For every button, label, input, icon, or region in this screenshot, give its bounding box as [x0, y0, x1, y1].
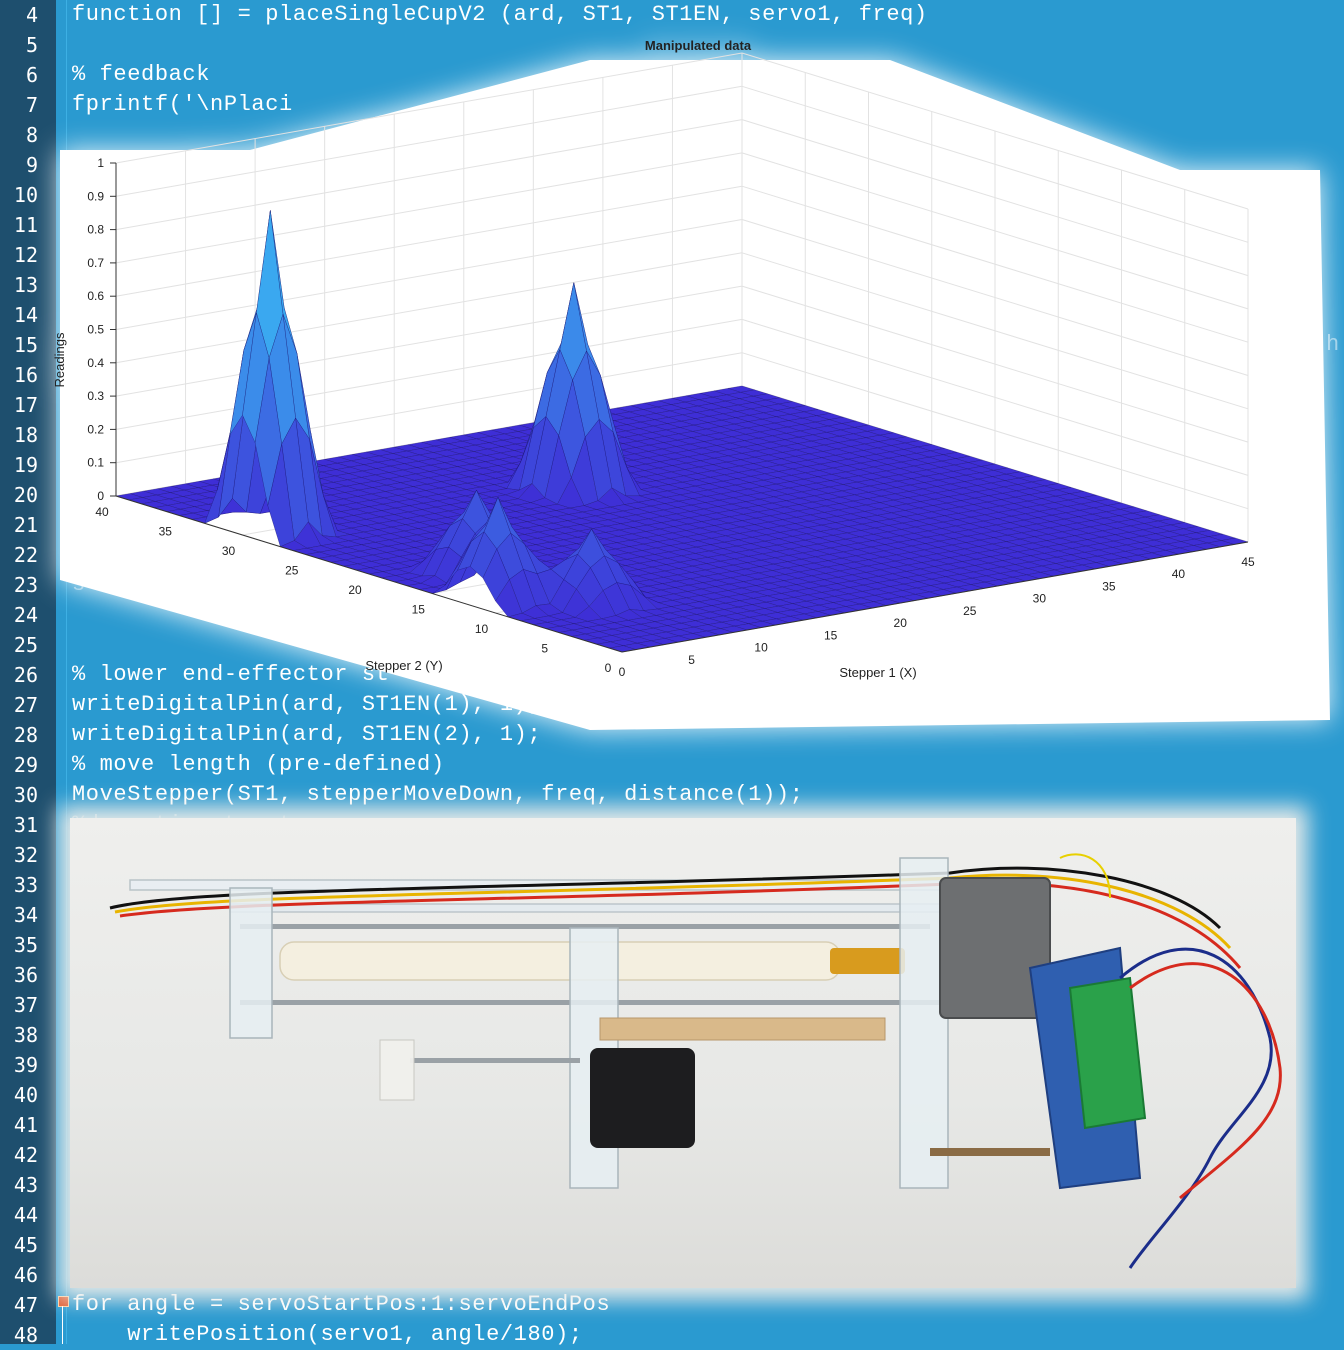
x-tick-label: 20 — [894, 616, 908, 630]
y-tick-label: 25 — [285, 564, 299, 578]
z-tick-label: 0.7 — [87, 256, 104, 270]
line-number: 42 — [13, 1143, 38, 1167]
lead-screw — [279, 941, 841, 981]
servo-motor — [590, 1048, 695, 1148]
line-number: 43 — [13, 1173, 38, 1197]
acrylic-plate-left — [229, 887, 273, 1039]
line-number: 47 — [13, 1293, 38, 1317]
z-tick-label: 0.3 — [87, 389, 104, 403]
code-line-47[interactable]: for angle = servoStartPos:1:servoEndPos — [72, 1290, 610, 1320]
z-tick-label: 0.5 — [87, 323, 104, 337]
x-tick-label: 10 — [754, 641, 768, 655]
line-number: 37 — [13, 993, 38, 1017]
line-number: 48 — [13, 1323, 38, 1347]
x-tick-label: 40 — [1172, 567, 1186, 581]
wooden-spacer — [930, 1148, 1050, 1156]
code-line-29[interactable]: % move length (pre-defined) — [72, 750, 445, 780]
z-tick-label: 0.9 — [87, 189, 104, 203]
fold-guide-line — [62, 1306, 63, 1344]
line-number: 29 — [13, 753, 38, 777]
y-tick-label: 40 — [95, 505, 109, 519]
z-tick-label: 0.6 — [87, 289, 104, 303]
wooden-stick — [599, 1017, 886, 1041]
line-number: 41 — [13, 1113, 38, 1137]
x-tick-label: 45 — [1241, 555, 1255, 569]
y-tick-label: 30 — [222, 544, 236, 558]
line-number: 40 — [13, 1083, 38, 1107]
line-number: 30 — [13, 783, 38, 807]
y-tick-label: 20 — [348, 583, 362, 597]
fold-toggle-icon[interactable] — [58, 1296, 69, 1307]
device-photo — [70, 818, 1296, 1288]
x-tick-label: 35 — [1102, 579, 1116, 593]
z-tick-label: 0 — [97, 489, 104, 503]
z-tick-label: 1 — [97, 156, 104, 170]
chart-title: Manipulated data — [645, 38, 752, 53]
x-tick-label: 5 — [688, 653, 695, 667]
x-axis-label: Stepper 1 (X) — [839, 665, 916, 680]
z-axis-label: Readings — [52, 332, 67, 387]
brass-coupler — [830, 948, 905, 974]
line-number: 38 — [13, 1023, 38, 1047]
device-illustration — [109, 853, 1282, 1269]
z-tick-label: 0.4 — [87, 356, 104, 370]
y-tick-label: 35 — [159, 525, 173, 539]
z-tick-label: 0.1 — [87, 456, 104, 470]
y-tick-label: 10 — [475, 622, 489, 636]
y-tick-label: 5 — [541, 642, 548, 656]
line-number: 44 — [13, 1203, 38, 1227]
x-tick-label: 25 — [963, 604, 977, 618]
line-number: 34 — [13, 903, 38, 927]
line-number: 46 — [13, 1263, 38, 1287]
line-number: 36 — [13, 963, 38, 987]
z-tick-label: 0.8 — [87, 223, 104, 237]
code-line-30[interactable]: MoveStepper(ST1, stepperMoveDown, freq, … — [72, 780, 804, 810]
z-tick-label: 0.2 — [87, 422, 104, 436]
line-number: 31 — [13, 813, 38, 837]
red-wire-bundle — [1129, 962, 1282, 1200]
y-tick-label: 0 — [605, 661, 612, 675]
x-tick-label: 30 — [1033, 592, 1047, 606]
y-tick-label: 15 — [412, 603, 426, 617]
x-tick-label: 15 — [824, 628, 838, 642]
line-number: 35 — [13, 933, 38, 957]
x-tick-label: 0 — [619, 665, 626, 679]
line-number: 32 — [13, 843, 38, 867]
y-axis-label: Stepper 2 (Y) — [365, 658, 442, 673]
line-number: 39 — [13, 1053, 38, 1077]
white-foot — [379, 1039, 415, 1101]
line-number: 33 — [13, 873, 38, 897]
steel-rod-bottom — [410, 1058, 580, 1063]
acrylic-rail-second — [229, 903, 951, 913]
surface-chart: 00.10.20.30.40.50.60.70.80.9105101520253… — [52, 38, 1330, 730]
surface-chart-panel: 0 0.1 0.2 0.3 0.4 0.5 0.6 0.7 0.8 0.9 1 0 5 10 15 20 25 3… — [30, 20, 1344, 740]
code-line-48[interactable]: writePosition(servo1, angle/180); — [72, 1320, 583, 1350]
line-number: 45 — [13, 1233, 38, 1257]
